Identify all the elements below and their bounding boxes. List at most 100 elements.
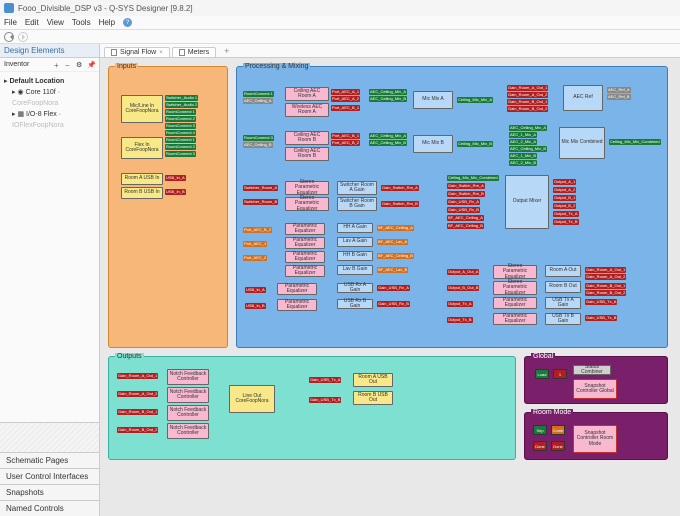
tag[interactable]: Output_Tx_A [447,301,473,307]
menu-edit[interactable]: Edit [25,18,39,27]
tag[interactable]: USB_In_A [245,287,266,293]
tag[interactable]: BF_AEC_Lav_B [377,267,408,273]
tag[interactable]: Port_AEC_B_2 [243,227,272,233]
block-roomausb[interactable]: Room A USB In [121,173,163,185]
tag[interactable]: Gain_Switch_Rm_A [447,183,485,189]
block-flex-in[interactable]: Flex In CoreFoopNora [121,137,163,159]
tag[interactable]: Gain_Room_B_Out_1 [507,99,548,105]
block-speq-d[interactable]: Stereo Parametric Equalizer [493,281,537,295]
menu-view[interactable]: View [47,18,64,27]
tag[interactable]: RoomConnect 4 [165,130,196,136]
tag[interactable]: Port_AEC_A_1 [331,89,360,95]
block-rb-out[interactable]: Room B Out [545,281,581,293]
block-wireless-aec-a[interactable]: Wireless AEC Room A [285,103,329,117]
tag[interactable]: AEC_Ref_B [607,94,631,100]
tag[interactable]: USB_In_A [165,175,186,181]
group-outputs[interactable]: Outputs Gain_Room_A_Out_1 Gain_Room_A_Ou… [108,356,516,460]
tag[interactable]: Gain_Room_A_Out_1 [585,267,626,273]
tag[interactable]: Ceiling_Mic_Mix_Combined [447,175,499,181]
block-usbb-out[interactable]: USB Tx B Gain [545,313,581,325]
tag[interactable]: RoomConnect 2 [165,116,196,122]
schematic-canvas[interactable]: Inputs Mic/Line In CoreFoopNora Flex In … [100,58,680,516]
tag[interactable]: AEC_Ceiling_Mix_A [369,133,407,139]
menu-file[interactable]: File [4,18,17,27]
tag[interactable]: BF_AEC_Lav_A [377,239,408,245]
strip-named[interactable]: Named Controls [0,500,99,516]
tag[interactable]: Port_AEC_B_1 [331,105,360,111]
tag[interactable]: Gain_USB_Rx_B [377,301,410,307]
tag[interactable]: RoomConnect 3 [165,151,196,157]
block-usbra[interactable]: USB Rx A Gain [337,283,373,293]
tag[interactable]: AEC_Ceiling_Mix_B [369,140,407,146]
tag[interactable]: Output_Tx_B [447,317,473,323]
tag[interactable]: Gain_USB_Rx_B [447,207,480,213]
block-peq-2[interactable]: Parametric Equalizer [285,237,325,249]
block-peq-1[interactable]: Parametric Equalizer [285,223,325,235]
block-snapshot-global[interactable]: Snapshot Controller Global [573,379,617,399]
tag[interactable]: Output_B_2 [553,203,576,209]
block-notch-4[interactable]: Notch Feedback Controller [167,423,209,439]
block-usba-out[interactable]: USB Tx A Gain [545,297,581,309]
tag[interactable]: Port_AEC_B_2 [331,140,360,146]
block-ceiling-aec-a[interactable]: Ceiling AEC Room A [285,87,329,101]
tag[interactable]: Gain_USB_Tx_A [309,377,341,383]
block-micmix-a[interactable]: Mic Mix A [413,91,453,109]
tree-node-core[interactable]: ▸ ◉ Core 110f · CoreFoopNora [4,87,95,109]
tag[interactable]: Port_AEC_A_2 [331,96,360,102]
tag[interactable]: Switcher_Audio 1 [165,95,198,101]
tag[interactable]: RoomConnect 1 [165,109,196,115]
tag[interactable]: Port_AEC_1 [243,241,267,247]
tag[interactable]: Gain_Room_B_Out_2 [585,290,626,296]
tag[interactable]: Gain_USB_Tx_B [309,397,341,403]
tag[interactable]: Ceiling_Mic_Mix_Combined [609,139,661,145]
block-peq-4[interactable]: Parametric Equalizer [285,265,325,277]
block-micmix-b[interactable]: Mic Mix B [413,135,453,153]
back-icon[interactable] [4,32,14,42]
block-peq-7[interactable]: Parametric Equalizer [493,297,537,309]
settings-icon[interactable]: ⚙ [76,61,84,69]
block-roombusb[interactable]: Room B USB In [121,187,163,199]
tag[interactable]: Port_AEC_B_1 [331,133,360,139]
block-peq-8[interactable]: Parametric Equalizer [493,313,537,325]
block-peq-5[interactable]: Parametric Equalizer [277,283,317,295]
menu-help[interactable]: Help [99,18,115,27]
tag[interactable]: USB_In_B [165,189,186,195]
block-lavagain[interactable]: Lav A Gain [337,237,373,247]
resizer[interactable] [0,422,99,452]
block-output-mixer[interactable]: Output Mixer [505,175,549,229]
close-icon[interactable]: × [159,50,163,56]
tag[interactable]: Output_A_Out_A [447,269,479,275]
tag[interactable]: RoomConnect 1 [165,137,196,143]
tag[interactable]: AEC_Ceiling_Mix_A [369,89,407,95]
tag[interactable]: BF_AEC_Ceiling_A [447,215,484,221]
block-speq-a[interactable]: Stereo Parametric Equalizer [285,181,329,195]
tag[interactable]: AEC_1_Mic_B [509,153,537,159]
help-icon[interactable]: ? [123,18,132,27]
tag[interactable]: Ceiling_Mic_Mix_A [457,97,493,103]
tag[interactable]: AEC_Ceiling_Mix_A [509,125,547,131]
tag[interactable]: AEC_2_Mic_B [509,160,537,166]
tag[interactable]: Gain_Room_A_Out_2 [585,274,626,280]
block-hhagain[interactable]: HH A Gain [337,223,373,233]
strip-snapshots[interactable]: Snapshots [0,484,99,500]
tag[interactable]: BF_AEC_Ceiling_A [377,225,414,231]
block-lavbgain[interactable]: Lav B Gain [337,265,373,275]
block-hhbgain[interactable]: HH B Gain [337,251,373,261]
tag[interactable]: Output_Tx_B [553,219,579,225]
tag[interactable]: RoomConnect 1 [243,91,274,97]
block-aecref[interactable]: AEC Ref [563,85,603,111]
tag[interactable]: AEC_Ceiling_B [243,142,273,148]
block-notch-3[interactable]: Notch Feedback Controller [167,405,209,421]
design-tree[interactable]: ▸ Default Location ▸ ◉ Core 110f · CoreF… [0,72,99,422]
block-peq-3[interactable]: Parametric Equalizer [285,251,325,263]
tag[interactable]: Output_B_1 [553,195,576,201]
tag[interactable]: Gain_USB_Tx_A [585,299,617,305]
tag[interactable]: AEC_Ceiling_Mix_B [509,146,547,152]
block-swgain-b[interactable]: Switcher Room B Gain [337,197,377,211]
tag[interactable]: RoomConnect 2 [165,144,196,150]
tag[interactable]: Switcher_Audio 2 [165,102,198,108]
button-done[interactable]: Done [533,441,547,451]
tag[interactable]: Gain_Room_A_Out_1 [117,373,158,379]
menu-tools[interactable]: Tools [72,18,91,27]
tag[interactable]: Gain_Room_A_Out_2 [117,391,158,397]
